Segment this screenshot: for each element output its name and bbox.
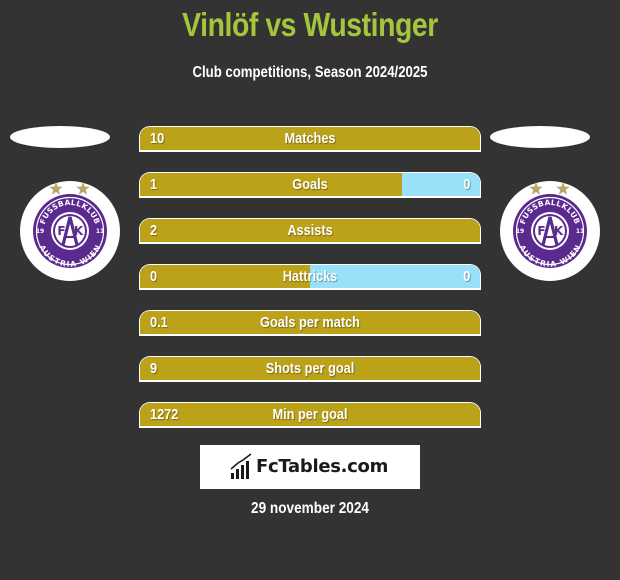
right-player-photo-placeholder [490, 126, 590, 148]
svg-text:19: 19 [36, 228, 44, 235]
brand-name: FcTables.com [256, 456, 389, 477]
stat-label: Min per goal [272, 406, 348, 423]
star-icon [556, 182, 570, 195]
comparison-bar: 1 Goals 0 [139, 172, 481, 198]
stat-row-shots-per-goal: 9 Shots per goal [139, 356, 481, 382]
stat-row-matches: 10 Matches [139, 126, 481, 152]
left-value: 1 [150, 176, 158, 193]
comparison-bar: 0.1 Goals per match [139, 310, 481, 336]
svg-text:F: F [537, 224, 545, 238]
svg-text:19: 19 [516, 228, 524, 235]
stat-row-hattricks: 0 Hattricks 0 [139, 264, 481, 290]
stat-label: Matches [284, 130, 336, 147]
competition-subtitle: Club competitions, Season 2024/2025 [192, 64, 428, 81]
comparison-bar: 2 Assists [139, 218, 481, 244]
stat-label: Assists [287, 222, 333, 239]
stat-label: Hattricks [282, 268, 338, 285]
stat-row-goals-per-match: 0.1 Goals per match [139, 310, 481, 336]
left-value: 10 [150, 130, 165, 147]
left-value: 2 [150, 222, 158, 239]
left-club-badge[interactable]: FUSSBALLKLUB AUSTRIA WIEN 19 11 F K [20, 181, 120, 281]
svg-text:K: K [74, 224, 84, 238]
fk-austria-wien-badge-icon: FUSSBALLKLUBAUSTRIA WIEN19 11F K [33, 182, 107, 269]
comparison-bar: 1272 Min per goal [139, 402, 481, 428]
svg-text:F: F [57, 224, 65, 238]
date-label: 29 november 2024 [251, 500, 369, 517]
bar-chart-trend-icon [230, 453, 252, 479]
stat-label: Shots per goal [265, 360, 355, 377]
left-value: 0 [150, 268, 158, 285]
stat-row-min-per-goal: 1272 Min per goal [139, 402, 481, 428]
right-value: 0 [462, 268, 470, 285]
right-value: 0 [462, 176, 470, 193]
right-club-badge[interactable]: FUSSBALLKLUB AUSTRIA WIEN 19 11 F K [500, 181, 600, 281]
star-icon [49, 182, 63, 195]
comparison-bar: 9 Shots per goal [139, 356, 481, 382]
stat-row-goals: 1 Goals 0 [139, 172, 481, 198]
fk-austria-wien-badge-icon: FUSSBALLKLUBAUSTRIA WIEN19 11F K [513, 182, 587, 269]
comparison-bar: 10 Matches [139, 126, 481, 152]
left-player-photo-placeholder [10, 126, 110, 148]
comparison-bar: 0 Hattricks 0 [139, 264, 481, 290]
star-icon [529, 182, 543, 195]
stat-label: Goals [292, 176, 328, 193]
page-title: Vinlöf vs Wustinger [182, 6, 438, 43]
svg-text:11: 11 [576, 228, 584, 235]
fctables-logo[interactable]: FcTables.com [200, 445, 420, 489]
stat-row-assists: 2 Assists [139, 218, 481, 244]
stat-label: Goals per match [260, 314, 360, 331]
left-value: 9 [150, 360, 158, 377]
star-icon [76, 182, 90, 195]
svg-text:11: 11 [96, 228, 104, 235]
svg-text:K: K [554, 224, 564, 238]
